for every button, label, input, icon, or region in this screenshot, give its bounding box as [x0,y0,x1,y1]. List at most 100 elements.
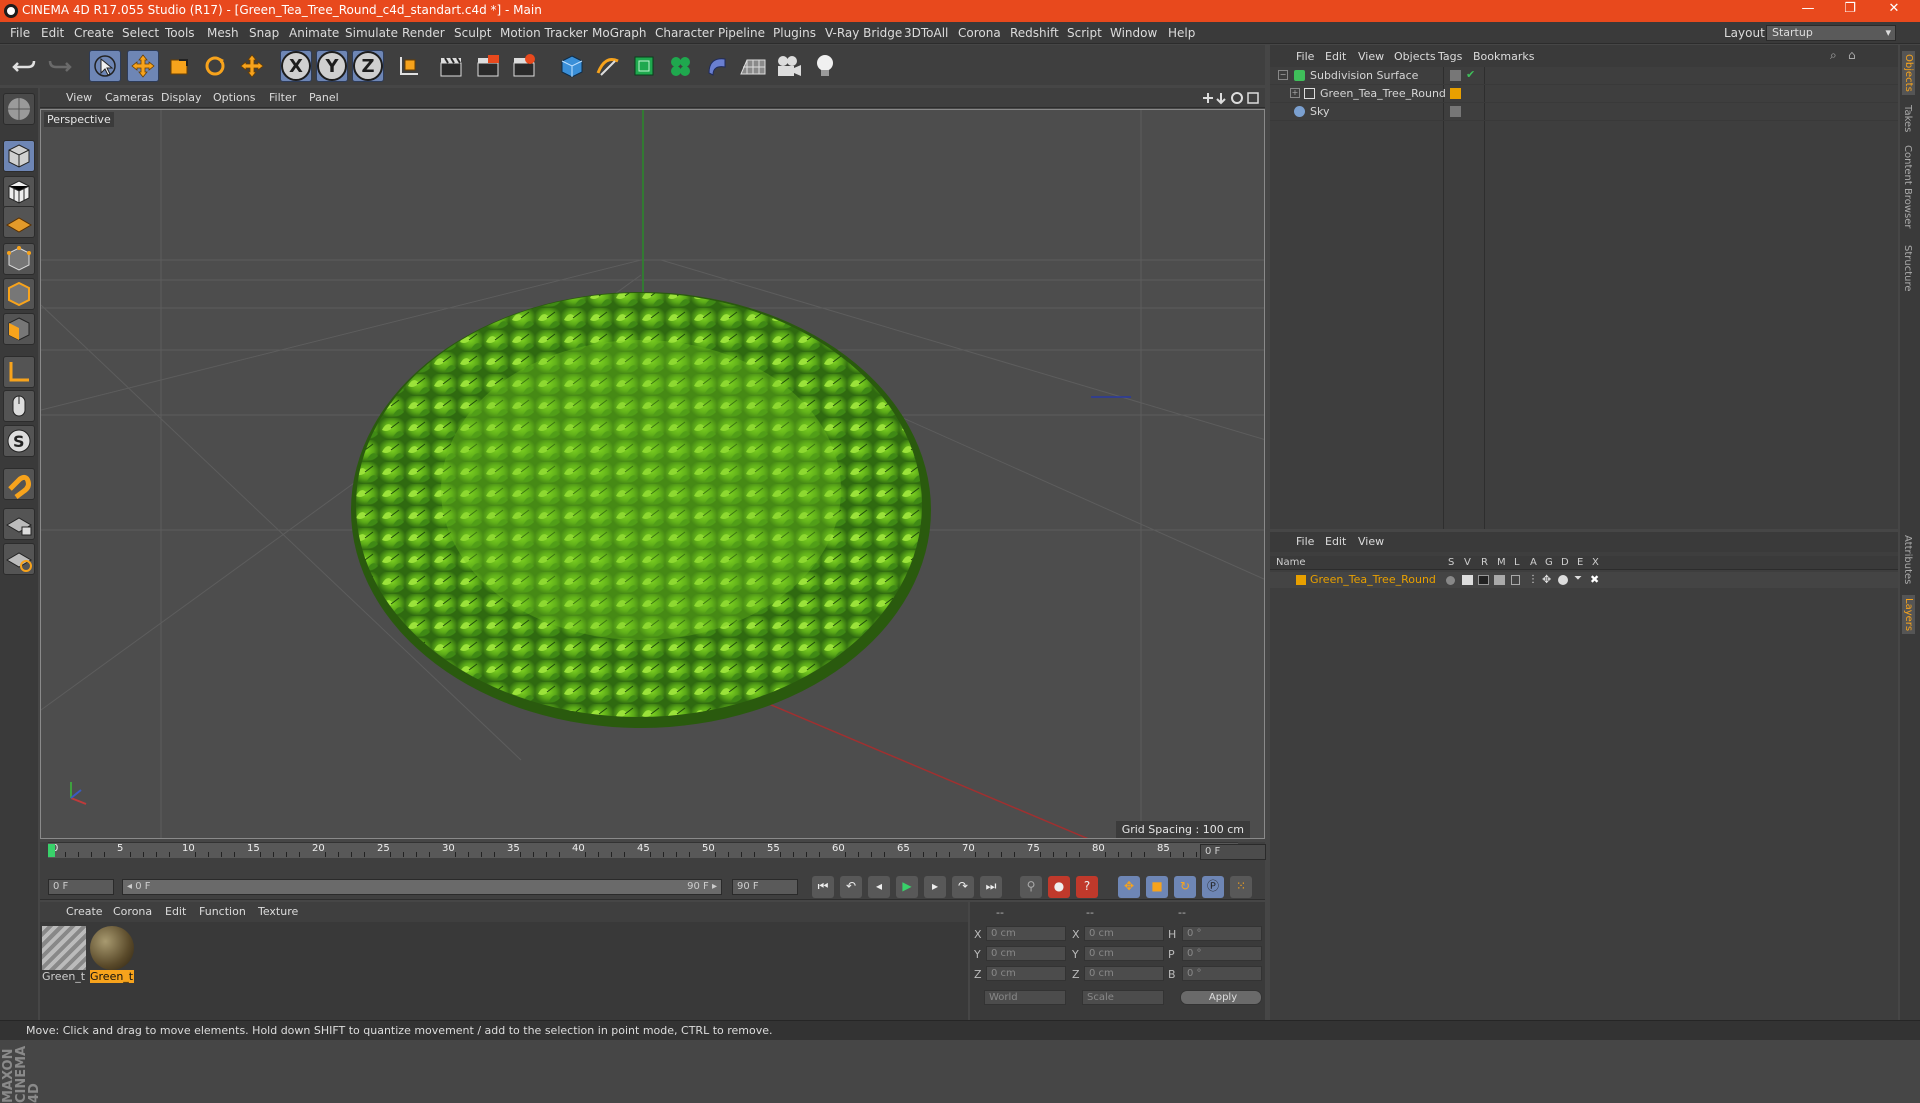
autokey-button[interactable]: ● [1048,876,1070,898]
rotation-b-field[interactable]: 0 ° [1182,966,1262,981]
layer-color-icon[interactable] [1450,88,1461,99]
play-button[interactable]: ▶ [896,876,918,898]
material-sphere[interactable] [90,926,134,970]
expressions-icon[interactable]: ⏷ [1574,573,1582,584]
layer-row[interactable]: Green_Tea_Tree_Round ⋮ ✥ ⏷ ✖ [1270,572,1898,588]
vp-menu-filter[interactable]: Filter [269,91,296,104]
workplane-mode-button[interactable] [3,206,35,238]
next-key-button[interactable]: ↷ [952,876,974,898]
preview-range-slider[interactable]: ◂ 0 F 90 F ▸ [122,879,722,895]
live-selection-button[interactable] [89,50,121,82]
tab-attributes[interactable]: Attributes [1902,535,1913,584]
vp-menu-panel[interactable]: Panel [309,91,339,104]
key-parameter-button[interactable]: Ⓟ [1202,876,1224,898]
menu-tools[interactable]: Tools [165,26,195,40]
menu-script[interactable]: Script [1067,26,1102,40]
solo-toggle-icon[interactable] [1446,576,1455,585]
locked-workplane-button[interactable] [3,508,35,540]
start-frame-field[interactable]: 0 F [48,879,114,895]
key-position-button[interactable]: ✥ [1118,876,1140,898]
menu-3dtoall[interactable]: 3DToAll [904,26,948,40]
position-x-field[interactable]: 0 cm [986,926,1066,941]
editor-visibility-icon[interactable] [1450,70,1461,81]
enabled-check-icon[interactable]: ✔ [1466,68,1475,81]
size-mode-select[interactable]: Scale [1082,990,1164,1005]
end-frame-field[interactable]: 90 F [732,879,798,895]
menu-simulate[interactable]: Simulate [345,26,398,40]
viewport-nav-icons[interactable] [1200,90,1262,106]
perspective-viewport[interactable]: Perspective Grid Spacing : 100 cm [40,109,1265,839]
add-deformer-button[interactable] [701,50,733,82]
add-floor-button[interactable] [737,50,769,82]
mat-menu-edit[interactable]: Edit [165,905,186,918]
points-mode-button[interactable] [3,243,35,275]
add-generator-button[interactable] [628,50,660,82]
menu-plugins[interactable]: Plugins [773,26,816,40]
object-row[interactable]: − Subdivision Surface ✔ [1270,67,1898,85]
collapse-icon[interactable]: − [1278,70,1288,80]
z-axis-lock-button[interactable]: Z [352,50,384,82]
menu-redshift[interactable]: Redshift [1010,26,1059,40]
rotation-h-field[interactable]: 0 ° [1182,926,1262,941]
add-spline-button[interactable] [592,50,624,82]
mat-menu-texture[interactable]: Texture [258,905,298,918]
mat-menu-function[interactable]: Function [199,905,246,918]
close-button[interactable]: ✕ [1874,1,1914,16]
generators-icon[interactable]: ✥ [1542,573,1551,586]
redo-button[interactable] [44,50,76,82]
layout-select[interactable]: Startup [1766,25,1896,41]
menu-mograph[interactable]: MoGraph [592,26,647,40]
rotation-p-field[interactable]: 0 ° [1182,946,1262,961]
planar-workplane-button[interactable] [3,543,35,575]
keyframe-selection-button[interactable]: ? [1076,876,1098,898]
layer-menu-view[interactable]: View [1358,535,1384,548]
previous-frame-button[interactable]: ◂ [868,876,890,898]
coordinate-system-button[interactable] [392,50,424,82]
vp-menu-view[interactable]: View [66,91,92,104]
menu-create[interactable]: Create [74,26,114,40]
tab-structure[interactable]: Structure [1902,245,1913,292]
apply-button[interactable]: Apply [1180,990,1262,1005]
obj-menu-bookmarks[interactable]: Bookmarks [1473,50,1534,63]
menu-mesh[interactable]: Mesh [207,26,239,40]
record-keys-button[interactable]: ⚲ [1020,876,1042,898]
previous-key-button[interactable]: ↶ [840,876,862,898]
menu-file[interactable]: File [10,26,30,40]
menu-select[interactable]: Select [122,26,159,40]
layer-color-swatch[interactable] [1296,575,1306,585]
vp-menu-cameras[interactable]: Cameras [105,91,154,104]
expand-icon[interactable]: + [1290,88,1300,98]
manager-icon[interactable] [1494,575,1505,585]
obj-menu-file[interactable]: File [1296,50,1314,63]
x-axis-lock-button[interactable]: X [280,50,312,82]
lock-icon[interactable] [1511,575,1520,585]
undo-button[interactable] [8,50,40,82]
coordinate-space-select[interactable]: World [984,990,1066,1005]
menu-sculpt[interactable]: Sculpt [454,26,491,40]
edges-mode-button[interactable] [3,278,35,310]
obj-menu-tags[interactable]: Tags [1438,50,1462,63]
key-pla-button[interactable]: ⁙ [1230,876,1252,898]
menu-motion-tracker[interactable]: Motion Tracker [500,26,588,40]
next-frame-button[interactable]: ▸ [924,876,946,898]
visible-eye-icon[interactable] [1462,575,1473,585]
object-row[interactable]: Sky [1270,103,1898,121]
vp-menu-options[interactable]: Options [213,91,255,104]
deformers-icon[interactable] [1558,575,1568,585]
render-to-picture-viewer-button[interactable] [472,50,504,82]
tab-objects[interactable]: Objects [1902,51,1915,95]
key-rotation-button[interactable]: ↻ [1174,876,1196,898]
add-mograph-button[interactable] [664,50,696,82]
minimize-button[interactable]: — [1788,1,1828,16]
tab-content-browser[interactable]: Content Browser [1902,145,1913,228]
layer-menu-edit[interactable]: Edit [1325,535,1346,548]
size-z-field[interactable]: 0 cm [1084,966,1164,981]
rotate-tool-button[interactable] [199,50,231,82]
magnet-tool-button[interactable] [3,468,35,500]
go-to-end-button[interactable]: ⏭ [980,876,1002,898]
playhead-marker[interactable] [48,844,55,857]
go-to-start-button[interactable]: ⏮ [812,876,834,898]
add-cube-button[interactable] [556,50,588,82]
restore-button[interactable]: ❐ [1830,1,1870,16]
menu-render[interactable]: Render [402,26,445,40]
